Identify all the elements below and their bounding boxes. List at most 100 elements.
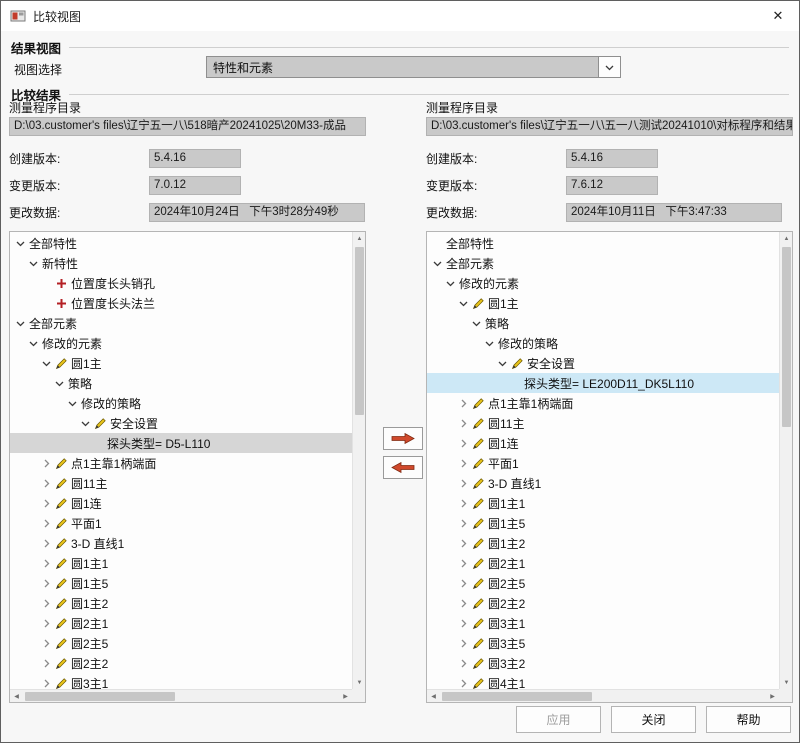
copy-left-button[interactable] [383, 456, 423, 479]
chevron-right-icon[interactable] [457, 537, 470, 550]
tree-item[interactable]: 圆11主 [427, 413, 779, 433]
tree-item[interactable]: 修改的策略 [10, 393, 352, 413]
chevron-right-icon[interactable] [40, 477, 53, 490]
tree-item[interactable]: 安全设置 [10, 413, 352, 433]
chevron-down-icon[interactable] [79, 417, 92, 430]
tree-item[interactable]: 修改的元素 [427, 273, 779, 293]
chevron-down-icon[interactable] [470, 317, 483, 330]
chevron-down-icon[interactable] [14, 237, 27, 250]
tree-item[interactable]: 平面1 [10, 513, 352, 533]
chevron-down-icon[interactable] [40, 357, 53, 370]
chevron-right-icon[interactable] [457, 557, 470, 570]
tree-item[interactable]: 安全设置 [427, 353, 779, 373]
chevron-down-icon[interactable] [27, 257, 40, 270]
chevron-right-icon[interactable] [457, 637, 470, 650]
chevron-right-icon[interactable] [457, 417, 470, 430]
tree-item[interactable]: 点1主靠1柄端面 [10, 453, 352, 473]
vertical-scrollbar[interactable]: ▲ ▼ [779, 232, 792, 689]
horizontal-scrollbar[interactable]: ◀ ▶ [427, 689, 779, 702]
scrollbar-thumb[interactable] [355, 247, 364, 415]
chevron-right-icon[interactable] [457, 457, 470, 470]
tree-item[interactable]: 位置度长头销孔 [10, 273, 352, 293]
tree-item[interactable]: 圆3主5 [427, 633, 779, 653]
vertical-scrollbar[interactable]: ▲ ▼ [352, 232, 365, 689]
chevron-down-icon[interactable] [496, 357, 509, 370]
chevron-right-icon[interactable] [40, 617, 53, 630]
chevron-right-icon[interactable] [457, 677, 470, 690]
scrollbar-thumb[interactable] [442, 692, 592, 701]
tree-item[interactable]: 圆3主1 [10, 673, 352, 689]
chevron-right-icon[interactable] [457, 437, 470, 450]
chevron-right-icon[interactable] [457, 497, 470, 510]
chevron-right-icon[interactable] [40, 677, 53, 690]
chevron-right-icon[interactable] [457, 657, 470, 670]
tree-item[interactable]: 圆2主1 [427, 553, 779, 573]
tree-item[interactable]: 全部特性 [427, 233, 779, 253]
chevron-right-icon[interactable] [40, 557, 53, 570]
chevron-right-icon[interactable] [40, 597, 53, 610]
chevron-right-icon[interactable] [40, 517, 53, 530]
chevron-down-icon[interactable] [14, 317, 27, 330]
tree-item[interactable]: 修改的元素 [10, 333, 352, 353]
tree-item[interactable]: 策略 [10, 373, 352, 393]
chevron-right-icon[interactable] [457, 577, 470, 590]
scroll-left-icon[interactable]: ◀ [10, 690, 23, 703]
tree-item[interactable]: 圆1主5 [10, 573, 352, 593]
chevron-right-icon[interactable] [457, 517, 470, 530]
tree-item[interactable]: 新特性 [10, 253, 352, 273]
tree-item[interactable]: 修改的策略 [427, 333, 779, 353]
tree-item[interactable]: 圆1连 [10, 493, 352, 513]
tree-item[interactable]: 圆1连 [427, 433, 779, 453]
scroll-down-icon[interactable]: ▼ [780, 676, 793, 689]
tree-item[interactable]: 圆1主5 [427, 513, 779, 533]
tree-item[interactable]: 圆1主 [427, 293, 779, 313]
chevron-down-icon[interactable] [66, 397, 79, 410]
tree-item[interactable]: 圆11主 [10, 473, 352, 493]
tree-item[interactable]: 圆3主2 [427, 653, 779, 673]
tree-item[interactable]: 位置度长头法兰 [10, 293, 352, 313]
scrollbar-thumb[interactable] [782, 247, 791, 427]
tree-item[interactable]: 全部特性 [10, 233, 352, 253]
apply-button[interactable]: 应用 [516, 706, 601, 733]
tree-item[interactable]: 圆1主1 [427, 493, 779, 513]
tree-item[interactable]: 圆1主1 [10, 553, 352, 573]
copy-right-button[interactable] [383, 427, 423, 450]
chevron-right-icon[interactable] [40, 457, 53, 470]
horizontal-scrollbar[interactable]: ◀ ▶ [10, 689, 352, 702]
chevron-down-icon[interactable] [27, 337, 40, 350]
tree-item[interactable]: 圆2主2 [10, 653, 352, 673]
tree-item[interactable]: 圆4主1 [427, 673, 779, 689]
tree-item[interactable]: 策略 [427, 313, 779, 333]
tree-item[interactable]: 3-D 直线1 [427, 473, 779, 493]
tree-item[interactable]: 圆2主5 [10, 633, 352, 653]
scrollbar-thumb[interactable] [25, 692, 175, 701]
close-button[interactable]: 关闭 [611, 706, 696, 733]
help-button[interactable]: 帮助 [706, 706, 791, 733]
tree-item[interactable]: 探头类型= D5-L110 [10, 433, 352, 453]
chevron-right-icon[interactable] [40, 497, 53, 510]
chevron-down-icon[interactable] [53, 377, 66, 390]
chevron-down-icon[interactable] [431, 257, 444, 270]
chevron-down-icon[interactable] [444, 277, 457, 290]
tree-item[interactable]: 圆1主2 [10, 593, 352, 613]
chevron-right-icon[interactable] [40, 657, 53, 670]
chevron-right-icon[interactable] [457, 597, 470, 610]
scroll-up-icon[interactable]: ▲ [353, 232, 366, 245]
chevron-right-icon[interactable] [40, 537, 53, 550]
scroll-left-icon[interactable]: ◀ [427, 690, 440, 703]
scroll-right-icon[interactable]: ▶ [766, 690, 779, 703]
scroll-right-icon[interactable]: ▶ [339, 690, 352, 703]
tree-item[interactable]: 圆2主5 [427, 573, 779, 593]
tree-item[interactable]: 圆2主2 [427, 593, 779, 613]
tree-item[interactable]: 3-D 直线1 [10, 533, 352, 553]
chevron-down-icon[interactable] [483, 337, 496, 350]
tree-item[interactable]: 平面1 [427, 453, 779, 473]
chevron-right-icon[interactable] [457, 617, 470, 630]
tree-item[interactable]: 全部元素 [427, 253, 779, 273]
scroll-up-icon[interactable]: ▲ [780, 232, 793, 245]
close-icon[interactable]: ✕ [757, 1, 799, 31]
view-select-dropdown[interactable]: 特性和元素 [206, 56, 621, 78]
scroll-down-icon[interactable]: ▼ [353, 676, 366, 689]
tree-item[interactable]: 点1主靠1柄端面 [427, 393, 779, 413]
tree-item[interactable]: 圆3主1 [427, 613, 779, 633]
